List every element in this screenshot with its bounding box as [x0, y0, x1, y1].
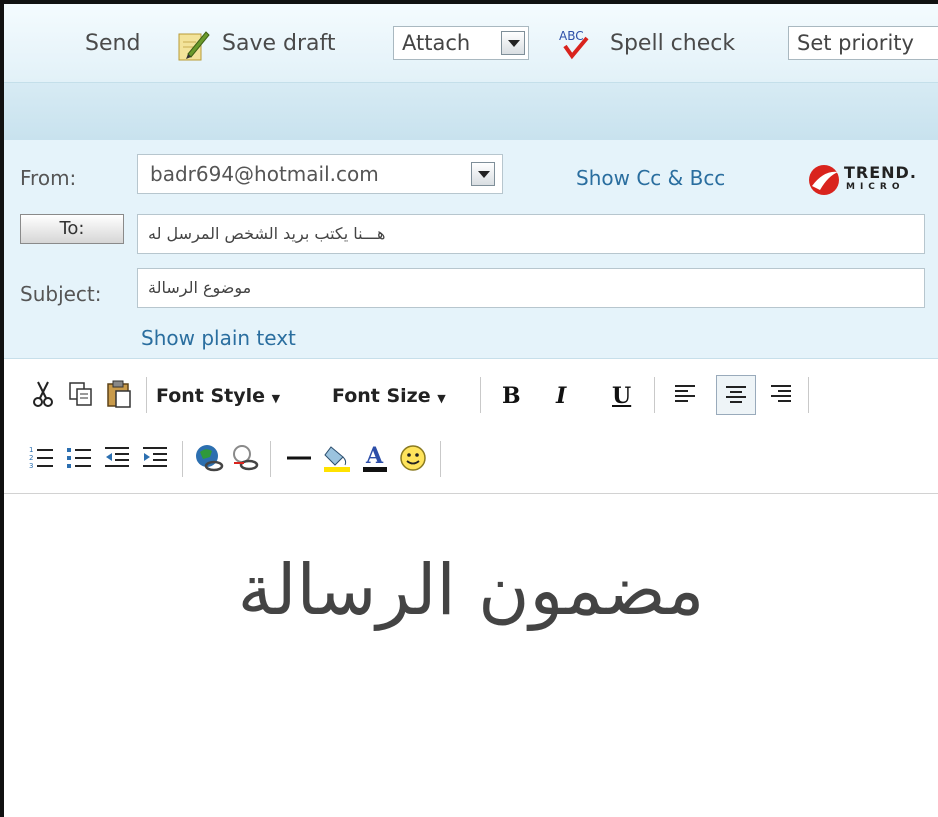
to-button[interactable]: To:	[20, 214, 124, 244]
to-input[interactable]: هـــنا يكتب بريد الشخص المرسل له	[137, 214, 925, 254]
trend-micro-logo-icon	[809, 165, 839, 195]
paste-icon[interactable]	[104, 379, 134, 409]
toolbar-divider	[146, 377, 147, 413]
font-size-label: Font Size	[332, 385, 431, 407]
highlight-color-icon[interactable]	[322, 443, 352, 473]
underline-button[interactable]: U	[612, 383, 631, 409]
caret-down-icon: ▼	[271, 392, 281, 405]
insert-link-icon[interactable]	[194, 443, 224, 473]
copy-icon[interactable]	[66, 379, 96, 409]
message-body[interactable]: مضمون الرسالة	[4, 549, 938, 631]
attach-label: Attach	[402, 31, 471, 55]
bullet-list-icon[interactable]	[64, 443, 94, 473]
to-value: هـــنا يكتب بريد الشخص المرسل له	[148, 224, 386, 243]
svg-text:2: 2	[29, 454, 33, 462]
set-priority-dropdown[interactable]: Set priority	[788, 26, 938, 60]
attach-dropdown[interactable]: Attach	[393, 26, 529, 60]
toolbar-divider	[480, 377, 481, 413]
font-style-dropdown[interactable]: Font Style ▼	[156, 385, 280, 407]
save-draft-button[interactable]: Save draft	[222, 31, 335, 56]
from-select[interactable]: badr694@hotmail.com	[137, 154, 503, 194]
numbered-list-icon[interactable]: 123	[26, 443, 56, 473]
chevron-down-icon	[501, 31, 525, 55]
align-right-icon[interactable]	[766, 379, 796, 409]
font-color-icon[interactable]: A	[360, 443, 390, 473]
compose-toolbar: Send Save draft Attach ABC Spell check S…	[4, 4, 938, 82]
from-label: From:	[20, 166, 77, 190]
italic-button[interactable]: I	[556, 383, 566, 409]
align-center-icon[interactable]	[716, 375, 756, 415]
compose-window: Send Save draft Attach ABC Spell check S…	[0, 0, 938, 817]
message-header: From: badr694@hotmail.com Show Cc & Bcc …	[4, 140, 938, 359]
font-size-dropdown[interactable]: Font Size ▼	[332, 385, 446, 407]
chevron-down-icon	[471, 162, 495, 186]
emoticon-icon[interactable]	[398, 443, 428, 473]
outdent-icon[interactable]	[102, 443, 132, 473]
remove-link-icon[interactable]	[230, 443, 260, 473]
show-plain-text-link[interactable]: Show plain text	[141, 326, 296, 350]
editor-toolbar: Font Style ▼ Font Size ▼ B I U 123 A	[4, 359, 938, 494]
caret-down-icon: ▼	[437, 392, 446, 405]
svg-text:A: A	[365, 443, 384, 469]
micro-logo-text: MICRO	[846, 182, 905, 192]
spell-check-icon: ABC	[557, 26, 597, 66]
bold-button[interactable]: B	[502, 383, 521, 409]
trend-logo-text: TREND.	[844, 163, 917, 182]
font-style-label: Font Style	[156, 385, 266, 407]
trend-micro-logo: TREND. MICRO	[806, 162, 930, 198]
spell-check-button[interactable]: Spell check	[610, 31, 735, 56]
send-button[interactable]: Send	[85, 31, 140, 56]
set-priority-label: Set priority	[797, 31, 914, 55]
save-draft-icon	[176, 26, 210, 66]
svg-text:3: 3	[29, 462, 33, 470]
toolbar-divider	[270, 441, 271, 477]
subject-label: Subject:	[20, 282, 102, 306]
subject-value: موضوع الرسالة	[148, 278, 252, 297]
horizontal-rule-icon[interactable]	[284, 443, 314, 473]
toolbar-divider	[182, 441, 183, 477]
toolbar-divider	[440, 441, 441, 477]
svg-text:1: 1	[29, 446, 33, 454]
toolbar-divider	[808, 377, 809, 413]
indent-icon[interactable]	[140, 443, 170, 473]
from-value: badr694@hotmail.com	[150, 162, 379, 186]
svg-text:ABC: ABC	[559, 29, 584, 43]
cut-icon[interactable]	[28, 379, 58, 409]
toolbar-divider-strip	[4, 82, 938, 141]
subject-input[interactable]: موضوع الرسالة	[137, 268, 925, 308]
align-left-icon[interactable]	[670, 379, 700, 409]
show-cc-bcc-link[interactable]: Show Cc & Bcc	[576, 166, 725, 190]
toolbar-divider	[654, 377, 655, 413]
